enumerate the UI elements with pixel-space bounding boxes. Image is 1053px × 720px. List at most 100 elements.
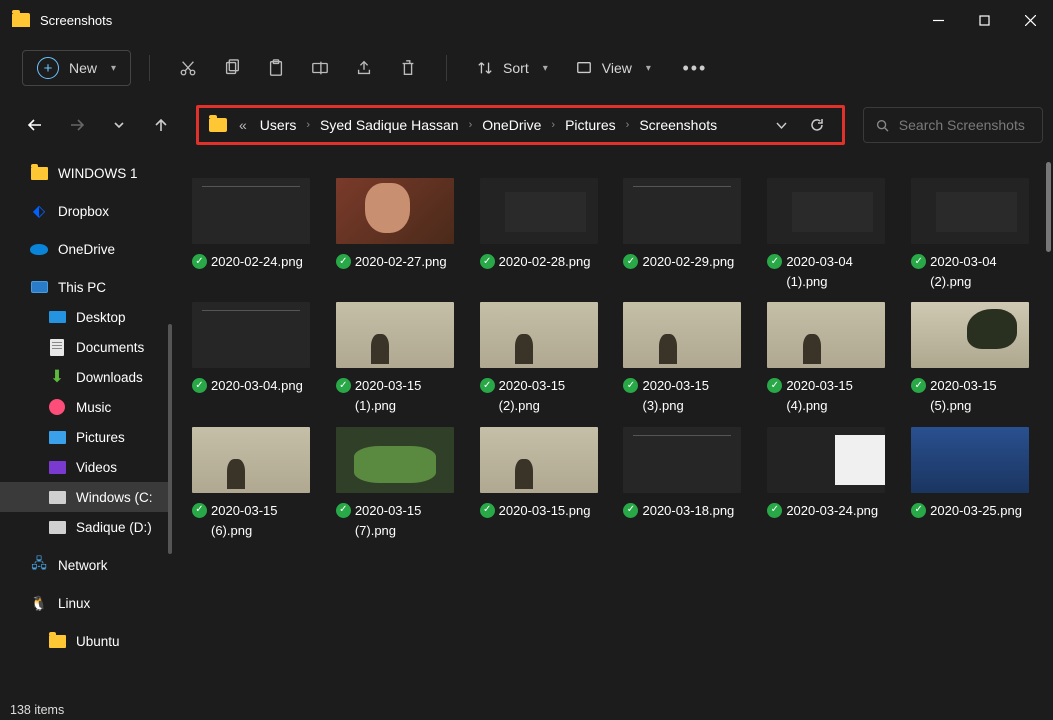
folder-icon bbox=[48, 632, 66, 650]
sidebar-item-label: Windows (C: bbox=[76, 490, 153, 505]
file-item[interactable]: ✓2020-03-15 (1).png bbox=[326, 302, 464, 416]
sidebar-item-label: WINDOWS 1 bbox=[58, 166, 138, 181]
file-item[interactable]: ✓ 2020-03-15 (7).png bbox=[326, 427, 464, 541]
item-count: 138 items bbox=[10, 703, 64, 717]
file-name-row: ✓2020-03-15 (6).png bbox=[182, 501, 320, 541]
sidebar-item[interactable]: ⬇Downloads bbox=[0, 362, 172, 392]
sidebar-item-label: Network bbox=[58, 558, 108, 573]
recent-button[interactable] bbox=[102, 108, 136, 142]
videos-icon bbox=[48, 458, 66, 476]
search-input[interactable] bbox=[899, 117, 1030, 133]
titlebar: Screenshots bbox=[0, 0, 1053, 40]
file-item[interactable]: ✓2020-03-15 (5).png bbox=[901, 302, 1039, 416]
thumbnail bbox=[480, 302, 598, 368]
cut-button[interactable] bbox=[168, 50, 208, 86]
file-item[interactable]: ✓2020-03-24.png bbox=[757, 427, 895, 541]
sidebar-item[interactable]: 🐧Linux bbox=[0, 588, 172, 618]
file-item[interactable]: ✓2020-03-15 (2).png bbox=[470, 302, 608, 416]
file-name: 2020-03-04 (1).png bbox=[786, 252, 889, 292]
breadcrumb-segment[interactable]: Screenshots bbox=[632, 114, 724, 136]
file-item[interactable]: ✓2020-02-28.png bbox=[470, 178, 608, 292]
file-item[interactable]: ✓ 2020-03-15 (3).png bbox=[613, 302, 751, 416]
file-item[interactable]: ✓2020-03-15 (6).png bbox=[182, 427, 320, 541]
file-item[interactable]: ✓2020-03-04 (1).png bbox=[757, 178, 895, 292]
file-name: 2020-02-29.png bbox=[642, 252, 734, 272]
chevron-right-icon: › bbox=[469, 119, 473, 131]
paste-button[interactable] bbox=[256, 50, 296, 86]
chevron-down-icon: ▾ bbox=[543, 63, 548, 74]
files-pane: ✓2020-02-24.png✓2020-02-27.png✓2020-02-2… bbox=[172, 154, 1053, 700]
rename-button[interactable] bbox=[300, 50, 340, 86]
file-name: 2020-03-15 (3).png bbox=[642, 376, 745, 416]
sidebar-item[interactable]: Windows (C: bbox=[0, 482, 172, 512]
sidebar-item[interactable]: Sadique (D:) bbox=[0, 512, 172, 542]
sync-icon: ✓ bbox=[911, 254, 926, 269]
refresh-button[interactable] bbox=[802, 117, 832, 133]
share-button[interactable] bbox=[344, 50, 384, 86]
file-item[interactable]: ✓2020-02-24.png bbox=[182, 178, 320, 292]
up-button[interactable] bbox=[144, 108, 178, 142]
thumbnail bbox=[767, 178, 885, 244]
file-item[interactable]: ✓2020-03-18.png bbox=[613, 427, 751, 541]
sidebar-item[interactable]: 🖧Network bbox=[0, 550, 172, 580]
breadcrumb-segment[interactable]: Users bbox=[253, 114, 304, 136]
music-icon bbox=[48, 398, 66, 416]
file-name: 2020-03-04 (2).png bbox=[930, 252, 1033, 292]
file-name-row: ✓2020-03-04 (1).png bbox=[757, 252, 895, 292]
close-button[interactable] bbox=[1007, 0, 1053, 40]
view-label: View bbox=[602, 60, 632, 76]
file-item[interactable]: ✓2020-02-27.png bbox=[326, 178, 464, 292]
sidebar-item[interactable]: This PC bbox=[0, 272, 172, 302]
sync-icon: ✓ bbox=[623, 254, 638, 269]
file-name-row: ✓2020-03-18.png bbox=[613, 501, 751, 521]
sync-icon: ✓ bbox=[336, 503, 351, 518]
sidebar-item[interactable]: ⬖Dropbox bbox=[0, 196, 172, 226]
address-bar[interactable]: « Users›Syed Sadique Hassan›OneDrive›Pic… bbox=[196, 105, 845, 145]
maximize-button[interactable] bbox=[961, 0, 1007, 40]
file-name-row: ✓ 2020-03-15 (7).png bbox=[326, 501, 464, 541]
minimize-button[interactable] bbox=[915, 0, 961, 40]
breadcrumb-segment[interactable]: Syed Sadique Hassan bbox=[313, 114, 466, 136]
sidebar-item[interactable]: Desktop bbox=[0, 302, 172, 332]
thumbnail bbox=[623, 302, 741, 368]
file-item[interactable]: ✓2020-03-15.png bbox=[470, 427, 608, 541]
file-item[interactable]: ✓2020-03-25.png bbox=[901, 427, 1039, 541]
sync-icon: ✓ bbox=[623, 378, 638, 393]
nav-row: « Users›Syed Sadique Hassan›OneDrive›Pic… bbox=[0, 96, 1053, 154]
sidebar-item[interactable]: WINDOWS 1 bbox=[0, 158, 172, 188]
thumbnail bbox=[336, 178, 454, 244]
file-item[interactable]: ✓ 2020-02-29.png bbox=[613, 178, 751, 292]
sidebar-item[interactable]: Pictures bbox=[0, 422, 172, 452]
breadcrumb-segment[interactable]: OneDrive bbox=[475, 114, 548, 136]
history-dropdown[interactable] bbox=[766, 119, 796, 132]
breadcrumb-segment[interactable]: Pictures bbox=[558, 114, 623, 136]
sidebar-item-label: Documents bbox=[76, 340, 144, 355]
more-button[interactable]: ••• bbox=[675, 50, 715, 86]
file-name-row: ✓2020-03-15 (2).png bbox=[470, 376, 608, 416]
sync-icon: ✓ bbox=[192, 254, 207, 269]
file-item[interactable]: ✓2020-03-15 (4).png bbox=[757, 302, 895, 416]
back-button[interactable] bbox=[18, 108, 52, 142]
sidebar-item-label: OneDrive bbox=[58, 242, 115, 257]
sidebar-item[interactable]: Documents bbox=[0, 332, 172, 362]
folder-icon bbox=[12, 13, 30, 27]
sidebar-item-label: Downloads bbox=[76, 370, 143, 385]
delete-button[interactable] bbox=[388, 50, 428, 86]
chevron-right-icon: › bbox=[626, 119, 630, 131]
folder-icon bbox=[209, 118, 227, 132]
copy-button[interactable] bbox=[212, 50, 252, 86]
sidebar-item[interactable]: Music bbox=[0, 392, 172, 422]
search-box[interactable] bbox=[863, 107, 1043, 143]
forward-button[interactable] bbox=[60, 108, 94, 142]
file-item[interactable]: ✓2020-03-04.png bbox=[182, 302, 320, 416]
new-button[interactable]: + New ▾ bbox=[22, 50, 131, 86]
drive-icon bbox=[48, 518, 66, 536]
sort-button[interactable]: Sort ▾ bbox=[465, 50, 560, 86]
file-name-row: ✓2020-03-15 (1).png bbox=[326, 376, 464, 416]
file-name: 2020-03-15 (7).png bbox=[355, 501, 458, 541]
sidebar-item[interactable]: Ubuntu bbox=[0, 626, 172, 656]
file-item[interactable]: ✓ 2020-03-04 (2).png bbox=[901, 178, 1039, 292]
sidebar-item[interactable]: OneDrive bbox=[0, 234, 172, 264]
sidebar-item[interactable]: Videos bbox=[0, 452, 172, 482]
view-button[interactable]: View ▾ bbox=[564, 50, 663, 86]
